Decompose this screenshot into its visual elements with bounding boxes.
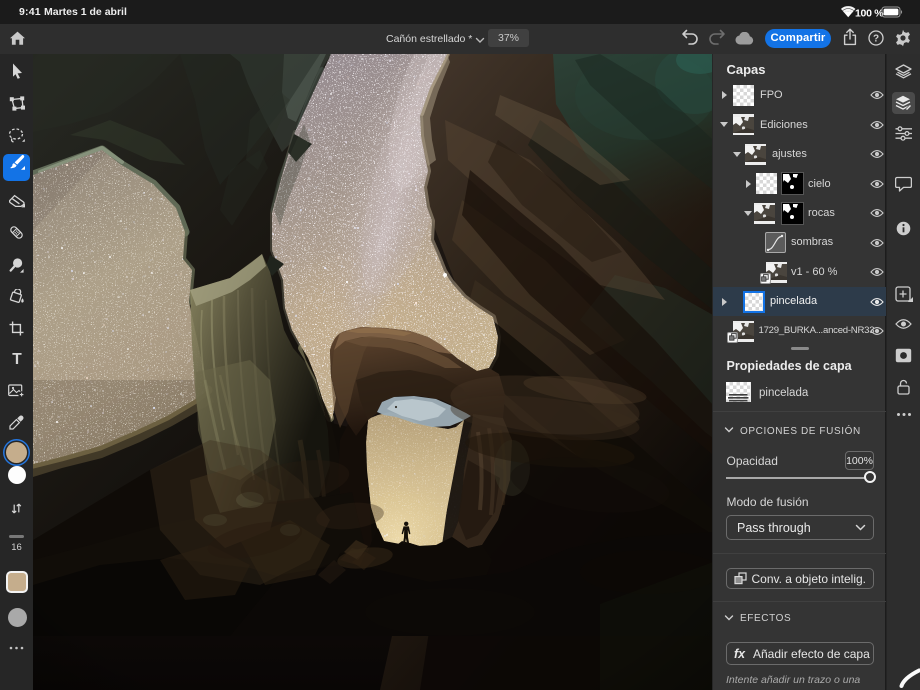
svg-text:100 %: 100 % — [855, 7, 884, 19]
svg-text:?: ? — [873, 33, 879, 44]
svg-text:T: T — [12, 351, 22, 366]
